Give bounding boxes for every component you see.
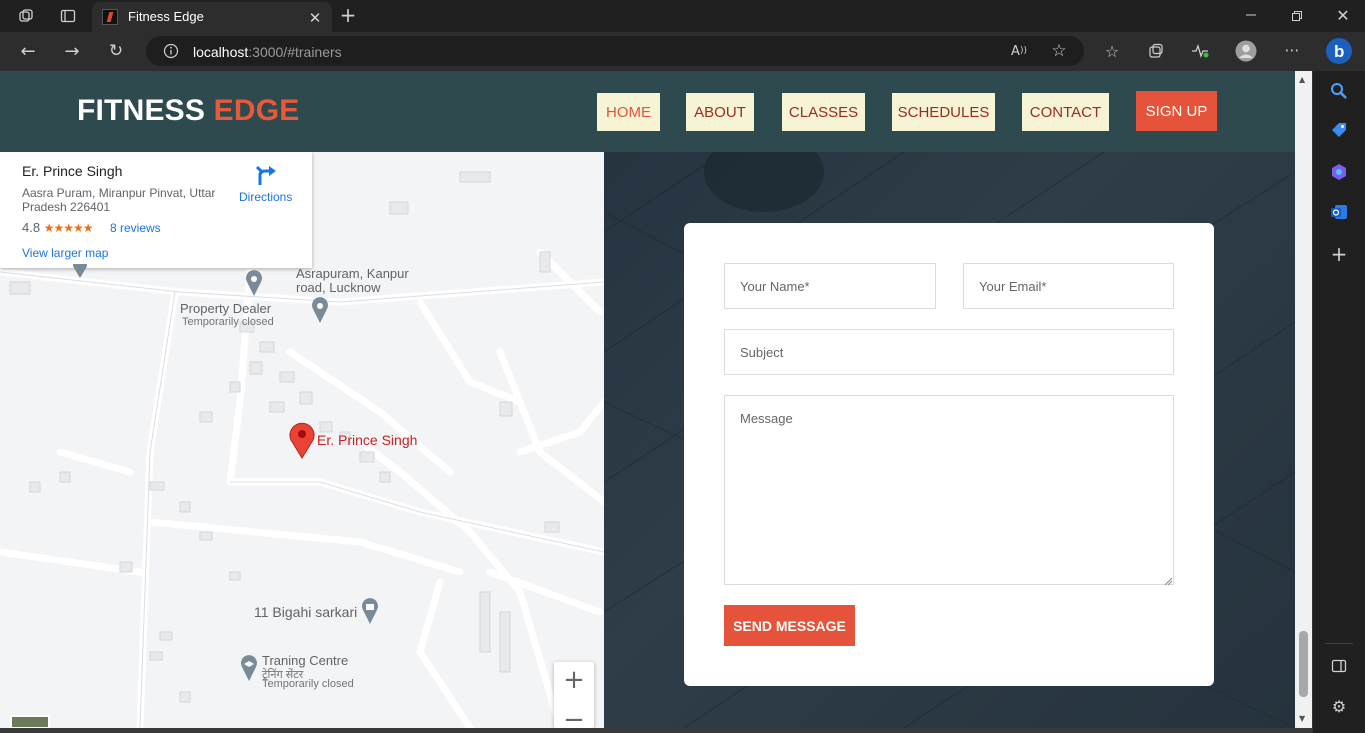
- scroll-down-icon[interactable]: ▼: [1299, 714, 1305, 723]
- read-aloud-icon[interactable]: A)): [1010, 42, 1028, 60]
- copilot-button-area: b: [1312, 32, 1365, 71]
- site-favicon-icon: [102, 9, 118, 25]
- close-tab-icon[interactable]: ✕: [306, 9, 324, 27]
- minimize-icon[interactable]: [1242, 6, 1260, 24]
- tab-title: Fitness Edge: [128, 9, 204, 24]
- map-zoom-control: + −: [554, 662, 594, 728]
- map-label-bigahi: 11 Bigahi sarkari: [254, 604, 358, 620]
- search-icon[interactable]: [1330, 82, 1348, 100]
- zoom-out-button[interactable]: −: [554, 702, 594, 728]
- edge-sidebar: + ⚙: [1312, 71, 1365, 733]
- browser-toolbar: ← → ↻ localhost:3000/#trainers A)) ☆ ☆ ⋯: [0, 32, 1365, 71]
- favorite-star-icon[interactable]: ☆: [1050, 41, 1068, 61]
- name-field[interactable]: Your Name*: [724, 263, 936, 309]
- address-bar[interactable]: localhost:3000/#trainers A)) ☆: [146, 36, 1084, 66]
- nav-home[interactable]: HOME: [597, 93, 660, 131]
- collections-icon[interactable]: [1147, 42, 1165, 60]
- map-poi-pin-icon[interactable]: [244, 270, 264, 296]
- reviews-link[interactable]: 8 reviews: [110, 221, 161, 235]
- browser-tab-bar: Fitness Edge ✕ + ✕: [0, 0, 1365, 32]
- shopping-tag-icon[interactable]: [1330, 122, 1348, 140]
- status-strip: [0, 728, 1312, 733]
- scroll-thumb[interactable]: [1299, 631, 1308, 697]
- map-poi-pin-icon[interactable]: [70, 257, 90, 290]
- place-address: Aasra Puram, Miranpur Pinvat, Uttar Prad…: [22, 186, 216, 214]
- google-map[interactable]: Er. Prince Singh Aasra Puram, Miranpur P…: [0, 152, 604, 728]
- resize-handle-icon[interactable]: [1164, 573, 1173, 586]
- map-label-training-closed: Temporarily closed: [262, 678, 354, 690]
- restore-icon[interactable]: [1288, 7, 1306, 25]
- map-type-toggle[interactable]: [10, 715, 50, 728]
- hide-sidebar-icon[interactable]: [1330, 657, 1348, 675]
- map-poi-pin-icon[interactable]: [360, 598, 380, 624]
- site-logo[interactable]: FITNESS EDGE: [77, 94, 299, 128]
- zoom-in-button[interactable]: +: [554, 662, 594, 698]
- message-textarea[interactable]: Message: [724, 395, 1174, 585]
- directions-icon[interactable]: [255, 164, 277, 186]
- site-info-icon[interactable]: [162, 42, 180, 60]
- place-info-card: Er. Prince Singh Aasra Puram, Miranpur P…: [0, 152, 312, 268]
- place-rating: 4.8 ★★★★★: [22, 220, 93, 235]
- add-app-icon[interactable]: +: [1330, 242, 1348, 266]
- place-title: Er. Prince Singh: [22, 163, 123, 179]
- contact-form: Your Name* Your Email* Subject Message S…: [684, 223, 1214, 686]
- performance-icon[interactable]: [1191, 42, 1209, 60]
- page-viewport: FITNESS EDGE HOME ABOUT CLASSES SCHEDULE…: [0, 71, 1295, 728]
- send-message-button[interactable]: SEND MESSAGE: [724, 605, 855, 646]
- more-menu-icon[interactable]: ⋯: [1283, 41, 1301, 59]
- tab-actions-icon[interactable]: [59, 7, 77, 25]
- map-marker-red-icon[interactable]: [288, 421, 316, 459]
- page-scrollbar[interactable]: ▲ ▼: [1295, 71, 1312, 728]
- back-icon[interactable]: ←: [19, 41, 37, 62]
- settings-gear-icon[interactable]: ⚙: [1330, 697, 1348, 716]
- map-poi-pin-icon[interactable]: [310, 297, 330, 323]
- nav-about[interactable]: ABOUT: [686, 93, 754, 131]
- workspaces-icon[interactable]: [17, 7, 35, 25]
- sidebar-divider: [1325, 643, 1353, 644]
- map-label-er-prince-singh: Er. Prince Singh: [317, 432, 418, 448]
- signup-button[interactable]: SIGN UP: [1136, 91, 1217, 131]
- email-field[interactable]: Your Email*: [963, 263, 1174, 309]
- map-label-closed: Temporarily closed: [182, 316, 274, 328]
- forward-icon[interactable]: →: [63, 41, 81, 62]
- tab-fitness-edge[interactable]: Fitness Edge ✕: [92, 2, 332, 32]
- profile-avatar[interactable]: [1235, 40, 1257, 62]
- close-window-icon[interactable]: ✕: [1334, 6, 1352, 25]
- svg-text:b: b: [1334, 42, 1344, 61]
- site-header: FITNESS EDGE HOME ABOUT CLASSES SCHEDULE…: [0, 71, 1295, 152]
- new-tab-icon[interactable]: +: [339, 3, 357, 27]
- favorites-icon[interactable]: ☆: [1103, 42, 1121, 61]
- view-larger-map-link[interactable]: View larger map: [22, 246, 108, 260]
- map-poi-pin-icon[interactable]: [239, 655, 259, 681]
- directions-link[interactable]: Directions: [239, 190, 292, 204]
- nav-contact[interactable]: CONTACT: [1022, 93, 1109, 131]
- subject-field[interactable]: Subject: [724, 329, 1174, 375]
- refresh-icon[interactable]: ↻: [107, 41, 125, 61]
- outlook-icon[interactable]: [1330, 203, 1348, 221]
- map-label-training: Traning Centre: [262, 653, 349, 668]
- nav-classes[interactable]: CLASSES: [782, 93, 865, 131]
- rating-stars-icon: ★★★★★: [43, 221, 94, 235]
- scroll-up-icon[interactable]: ▲: [1299, 75, 1305, 84]
- nav-schedules[interactable]: SCHEDULES: [892, 93, 995, 131]
- copilot-icon[interactable]: b: [1325, 37, 1353, 65]
- map-label-property-dealer: Property Dealer: [180, 301, 272, 316]
- copilot-app-icon[interactable]: [1330, 163, 1348, 181]
- map-label-asrapuram: Asrapuram, Kanpur road, Lucknow: [296, 266, 409, 295]
- url-text: localhost:3000/#trainers: [193, 44, 342, 60]
